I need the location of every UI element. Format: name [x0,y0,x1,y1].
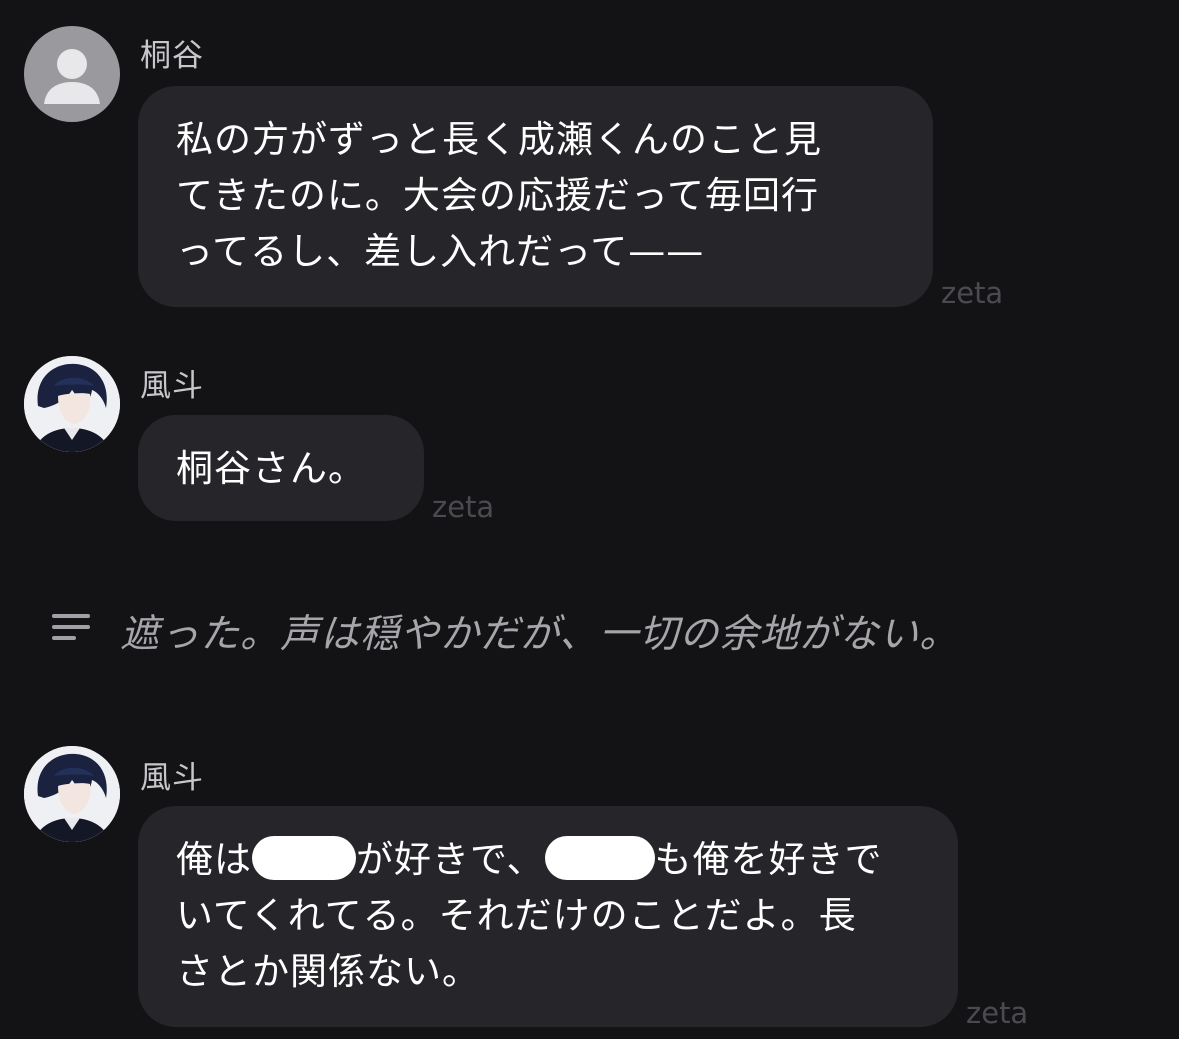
message-line: いてくれてる。それだけのことだよ。長 [176,894,857,937]
message-line: さとか関係ない。 [176,950,480,993]
redacted-name [252,836,356,880]
chat-log: 桐谷 私の方がずっと長く成瀬くんのこと見 てきたのに。大会の応援だって毎回行 っ… [0,0,1179,1039]
message-text-fragment: 俺は [176,838,252,881]
message-line: 俺は が好きで、 も俺を好きで [176,832,920,888]
watermark: zeta [966,996,1029,1030]
character-avatar[interactable] [24,356,120,452]
redacted-name [544,836,655,880]
character-avatar[interactable] [24,746,120,842]
message-text-fragment: が好きで、 [356,838,545,881]
watermark: zeta [432,490,495,524]
message-line: ってるし、差し入れだって—— [176,230,705,273]
character-portrait-icon [24,746,120,842]
message-bubble[interactable]: 俺は が好きで、 も俺を好きで いてくれてる。それだけのことだよ。長 さとか関係ない… [138,806,958,1027]
character-portrait-icon [24,356,120,452]
message-line: てきたのに。大会の応援だって毎回行 [176,174,820,217]
message-line: 私の方がずっと長く成瀬くんのこと見 [176,118,822,161]
sender-name: 風斗 [140,760,204,796]
default-avatar[interactable] [24,26,120,122]
sender-name: 風斗 [140,368,204,404]
narration-text: 遮った。声は穏やかだが、一切の余地がない。 [120,612,960,657]
message-line: 桐谷さん。 [176,447,366,490]
sender-name: 桐谷 [140,38,204,74]
message-bubble[interactable]: 私の方がずっと長く成瀬くんのこと見 てきたのに。大会の応援だって毎回行 ってるし… [138,86,933,307]
user-silhouette-icon [44,49,100,104]
message-bubble[interactable]: 桐谷さん。 [138,415,424,521]
message-text-fragment: も俺を好きで [654,838,883,881]
text-lines-icon [52,614,92,644]
watermark: zeta [941,276,1004,310]
